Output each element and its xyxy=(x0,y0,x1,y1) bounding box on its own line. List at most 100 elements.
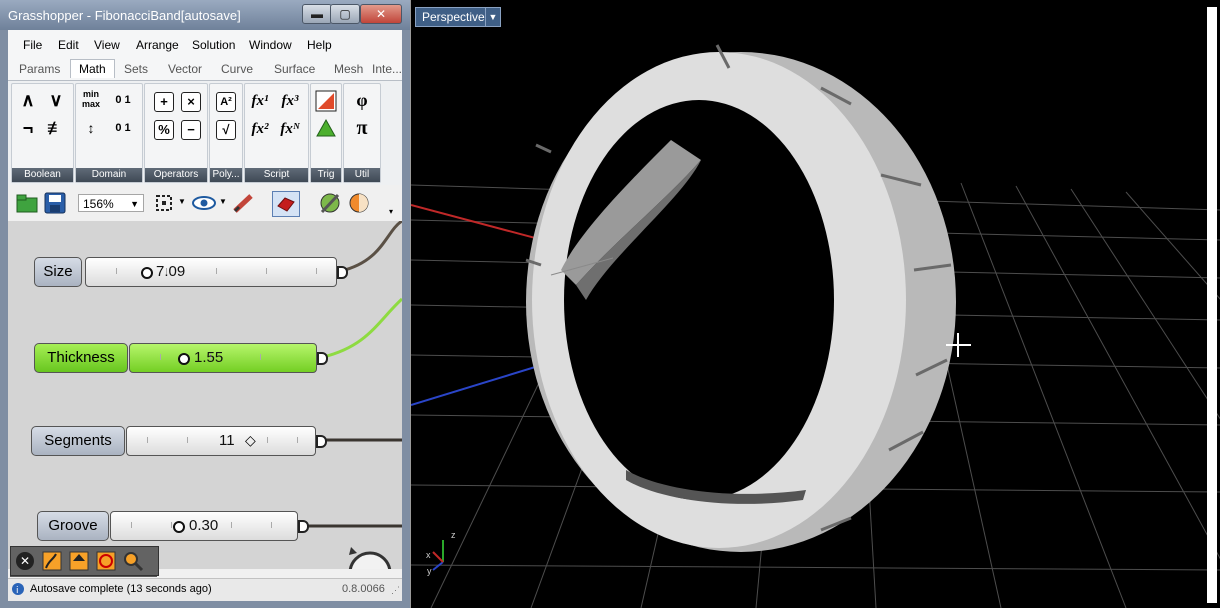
menu-file[interactable]: File xyxy=(23,38,42,52)
slider-groove-value: 0.30 xyxy=(189,517,219,534)
domain-remap-icon[interactable]: ↕ xyxy=(80,117,102,139)
toolbar-overflow-icon[interactable]: ▾ xyxy=(389,207,393,216)
zoom-select[interactable]: 156% ▼ xyxy=(78,194,144,212)
zoom-extents-dropdown-icon[interactable]: ▼ xyxy=(178,197,186,206)
group-polynomials: A² √ Poly... xyxy=(209,83,243,183)
slider-size-track[interactable]: 7.09 xyxy=(85,257,337,287)
power-icon[interactable]: A² xyxy=(216,92,236,112)
slider-groove-grip[interactable] xyxy=(173,521,185,533)
and-icon[interactable]: ∧ xyxy=(17,89,39,111)
tab-curve[interactable]: Curve xyxy=(221,62,253,76)
square-root-icon[interactable]: √ xyxy=(216,120,236,140)
slider-thickness-value: 1.55 xyxy=(194,349,224,366)
preview-wire-icon[interactable] xyxy=(318,192,342,214)
golden-ratio-icon[interactable]: φ xyxy=(351,89,373,111)
upload-icon[interactable] xyxy=(68,550,90,572)
version-label: 0.8.0066 xyxy=(342,583,385,595)
expression-2-icon[interactable]: fx² xyxy=(249,118,271,140)
or-icon[interactable]: ∨ xyxy=(45,89,67,111)
slider-thickness-grip[interactable] xyxy=(178,353,190,365)
close-button[interactable]: ✕ xyxy=(360,4,402,24)
addition-icon[interactable]: + xyxy=(154,92,174,112)
menu-edit[interactable]: Edit xyxy=(58,38,79,52)
viewport-menu-dropdown-icon[interactable]: ▼ xyxy=(485,7,501,27)
ring-model[interactable] xyxy=(525,44,956,552)
tab-vector[interactable]: Vector xyxy=(168,62,202,76)
slider-size-label[interactable]: Size xyxy=(34,257,82,287)
not-icon[interactable]: ¬ xyxy=(17,117,39,139)
title-bar[interactable]: Grasshopper - FibonacciBand[autosave] ▬ … xyxy=(0,0,410,30)
slider-segments-label[interactable]: Segments xyxy=(31,426,125,456)
slider-segments[interactable]: Segments 11 ◇ xyxy=(31,426,331,456)
definition-canvas[interactable]: Size 7.09 Thickness 1.55 Segments 11 ◇ G… xyxy=(8,221,402,569)
perspective-viewport[interactable]: z x y Perspective ▼ xyxy=(410,0,1220,608)
save-file-icon[interactable] xyxy=(44,192,66,214)
disable-preview-icon[interactable]: ✕ xyxy=(14,550,36,572)
slider-segments-output[interactable] xyxy=(316,435,327,448)
slider-size-grip[interactable] xyxy=(141,267,153,279)
grasshopper-window: Grasshopper - FibonacciBand[autosave] ▬ … xyxy=(0,0,410,608)
open-file-icon[interactable] xyxy=(16,192,38,214)
slider-size[interactable]: Size 7.09 xyxy=(34,257,348,287)
menu-arrange[interactable]: Arrange xyxy=(136,38,179,52)
menu-window[interactable]: Window xyxy=(249,38,292,52)
multiplication-icon[interactable]: × xyxy=(181,92,201,112)
slider-thickness[interactable]: Thickness 1.55 xyxy=(34,343,334,373)
bake-button[interactable] xyxy=(272,191,300,217)
expression-n-icon[interactable]: fxᴺ xyxy=(279,118,301,140)
svg-text:i: i xyxy=(16,586,19,596)
subtraction-icon[interactable]: − xyxy=(181,120,201,140)
group-label-trig[interactable]: Trig xyxy=(311,168,341,182)
component-tabs: Params Math Sets Vector Curve Surface Me… xyxy=(8,58,402,81)
menu-solution[interactable]: Solution xyxy=(192,38,235,52)
slider-groove-output[interactable] xyxy=(298,520,309,533)
group-label-operators[interactable]: Operators xyxy=(145,168,207,182)
tab-math[interactable]: Math xyxy=(70,59,115,78)
preview-dropdown-icon[interactable]: ▼ xyxy=(219,197,227,206)
expression-3-icon[interactable]: fx³ xyxy=(279,90,301,112)
slider-thickness-output[interactable] xyxy=(317,352,328,365)
tab-sets[interactable]: Sets xyxy=(124,62,148,76)
canvas-compass-icon[interactable] xyxy=(344,543,394,569)
tab-params[interactable]: Params xyxy=(19,62,60,76)
pi-icon[interactable]: π xyxy=(351,117,373,139)
menu-view[interactable]: View xyxy=(94,38,120,52)
slider-segments-track[interactable]: 11 ◇ xyxy=(126,426,316,456)
preview-shaded-icon[interactable] xyxy=(347,192,371,214)
group-label-poly[interactable]: Poly... xyxy=(210,168,242,182)
slider-thickness-track[interactable]: 1.55 xyxy=(129,343,317,373)
slider-groove[interactable]: Groove 0.30 xyxy=(37,511,317,541)
menu-help[interactable]: Help xyxy=(307,38,332,52)
viewport-title[interactable]: Perspective xyxy=(415,7,492,27)
slider-segments-grip[interactable]: ◇ xyxy=(245,432,256,449)
slider-thickness-label[interactable]: Thickness xyxy=(34,343,128,373)
group-label-script[interactable]: Script xyxy=(245,168,308,182)
trig-triangle-icon[interactable] xyxy=(315,90,337,112)
quick-tools: ✕ xyxy=(10,546,159,576)
group-label-domain[interactable]: Domain xyxy=(76,168,142,182)
trig-sine-icon[interactable] xyxy=(315,118,337,140)
domain-minmax-icon[interactable]: min max xyxy=(80,89,102,111)
maximize-button[interactable]: ▢ xyxy=(330,4,360,24)
group-label-util[interactable]: Util xyxy=(344,168,380,182)
wire-display-icon[interactable] xyxy=(41,550,63,572)
expression-1-icon[interactable]: fx¹ xyxy=(249,90,271,112)
sketch-pen-icon[interactable] xyxy=(232,193,256,213)
search-icon[interactable] xyxy=(122,550,144,572)
xor-icon[interactable]: ≢ xyxy=(45,117,67,139)
domain-bounds-icon[interactable]: 0 1 xyxy=(112,117,134,139)
domain-01-icon[interactable]: 0 1 xyxy=(112,89,134,111)
zoom-extents-icon[interactable] xyxy=(155,194,175,212)
slider-groove-label[interactable]: Groove xyxy=(37,511,109,541)
minimize-button[interactable]: ▬ xyxy=(302,4,332,24)
group-label-boolean[interactable]: Boolean xyxy=(12,168,73,182)
resize-grip-icon[interactable]: ⋰ xyxy=(391,585,400,596)
slider-size-output[interactable] xyxy=(337,266,348,279)
tab-mesh[interactable]: Mesh xyxy=(334,62,363,76)
tab-surface[interactable]: Surface xyxy=(274,62,315,76)
preview-eye-icon[interactable] xyxy=(192,195,216,211)
timer-icon[interactable] xyxy=(95,550,117,572)
tab-inte[interactable]: Inte... xyxy=(372,62,402,76)
slider-groove-track[interactable]: 0.30 xyxy=(110,511,298,541)
division-icon[interactable]: % xyxy=(154,120,174,140)
